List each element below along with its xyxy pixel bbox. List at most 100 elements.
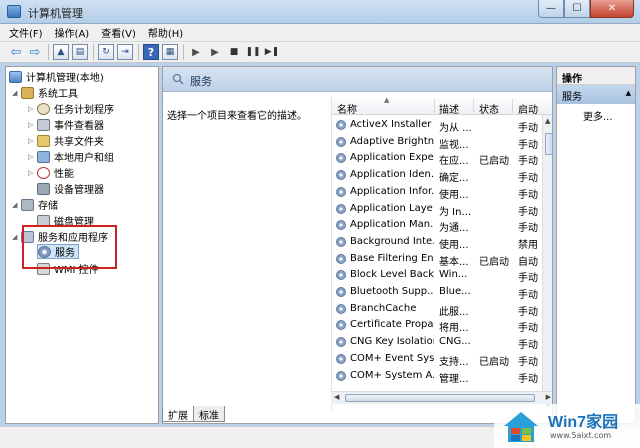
scroll-left-arrow-icon[interactable]: ◀: [334, 393, 339, 401]
toolbar-separator: [48, 44, 49, 60]
maximize-button[interactable]: ☐: [564, 0, 590, 18]
gear-icon: [336, 220, 346, 231]
menu-action[interactable]: 操作(A): [55, 25, 90, 40]
tab-standard[interactable]: 标准: [193, 406, 225, 422]
start-service-icon[interactable]: ▶: [188, 44, 204, 60]
table-row[interactable]: Application Infor... 使用... 手动: [332, 184, 542, 201]
forward-arrow-icon[interactable]: ⇨: [27, 44, 43, 60]
stop-service-icon[interactable]: ■: [226, 44, 242, 60]
service-name: Certificate Propa...: [350, 319, 434, 331]
table-row[interactable]: Application Iden... 确定... 手动: [332, 167, 542, 184]
scroll-up-arrow-icon[interactable]: ▲: [545, 117, 550, 125]
close-button[interactable]: ✕: [590, 0, 634, 18]
pause-service-icon[interactable]: ❚❚: [245, 44, 261, 60]
table-row[interactable]: BranchCache 此服... 手动: [332, 301, 542, 318]
table-row[interactable]: Application Expe... 在应... 已启动 手动: [332, 150, 542, 167]
actions-section-services[interactable]: 服务 ▲: [557, 85, 635, 104]
actions-pane: 操作 服务 ▲ 更多...: [556, 66, 636, 424]
start-service-alt-icon[interactable]: ▶: [207, 44, 223, 60]
restart-service-icon[interactable]: ▶❚: [264, 44, 280, 60]
table-row[interactable]: Certificate Propa... 将用... 手动: [332, 317, 542, 334]
table-row[interactable]: Bluetooth Supp... Blue... 手动: [332, 284, 542, 301]
minimize-button[interactable]: —: [538, 0, 564, 18]
service-name: COM+ System A...: [350, 369, 434, 381]
show-hide-tree-icon[interactable]: ▤: [72, 44, 88, 60]
horizontal-scrollbar[interactable]: ◀ ▶: [331, 391, 552, 404]
description-text: 选择一个项目来查看它的描述。: [167, 111, 307, 122]
service-name: COM+ Event Sys...: [350, 352, 434, 364]
tab-extended[interactable]: 扩展: [162, 406, 194, 422]
column-header-status[interactable]: 状态: [479, 101, 499, 116]
scrollbar-thumb[interactable]: [345, 394, 535, 402]
table-row[interactable]: COM+ System A... 管理... 手动: [332, 368, 542, 385]
table-row[interactable]: Base Filtering En... 基本... 已启动 自动: [332, 251, 542, 268]
gear-icon: [336, 236, 346, 247]
gear-icon: [336, 203, 346, 214]
tree-item-label: 计算机管理(本地): [26, 73, 104, 84]
service-description: 使用...: [439, 189, 469, 201]
service-name: Background Inte...: [350, 235, 434, 247]
service-description: 支持...: [439, 356, 469, 368]
tree-item-storage[interactable]: ◢ 存储: [12, 197, 58, 212]
highlight-annotation-box: [22, 225, 117, 269]
tree-item-shared-folders[interactable]: ▷ 共享文件夹: [28, 133, 104, 148]
table-row[interactable]: Block Level Back... Win... 手动: [332, 267, 542, 284]
table-row[interactable]: CNG Key Isolation CNG... 手动: [332, 334, 542, 351]
refresh-icon[interactable]: ↻: [98, 44, 114, 60]
collapse-arrow-icon[interactable]: ◢: [12, 89, 21, 97]
collapse-arrow-icon[interactable]: ◢: [12, 233, 21, 241]
toolbar-separator: [183, 44, 184, 60]
device-manager-icon: [37, 182, 50, 195]
table-row[interactable]: Application Man... 为通... 手动: [332, 217, 542, 234]
column-header-startup[interactable]: 启动: [518, 101, 538, 116]
more-actions-link[interactable]: 更多...: [583, 108, 613, 123]
collapse-arrow-icon[interactable]: ◢: [12, 201, 21, 209]
column-separator[interactable]: [473, 99, 474, 113]
vertical-scrollbar[interactable]: ▲ ▼: [542, 115, 552, 411]
help-icon[interactable]: ?: [143, 44, 159, 60]
table-row[interactable]: ActiveX Installer ... 为从 ... 手动: [332, 117, 542, 134]
column-header-desc[interactable]: 描述: [439, 101, 459, 116]
tree-item-label: 任务计划程序: [54, 105, 114, 116]
table-row[interactable]: COM+ Event Sys... 支持... 已启动手动: [332, 351, 542, 368]
menu-file[interactable]: 文件(F): [9, 25, 43, 40]
service-startup-type: 手动: [518, 206, 538, 218]
service-startup-type: 手动: [518, 356, 538, 368]
tree-item-local-users[interactable]: ▷ 本地用户和组: [28, 149, 114, 164]
tree-item-performance[interactable]: ▷ 性能: [28, 165, 74, 180]
menu-help[interactable]: 帮助(H): [148, 25, 183, 40]
column-separator[interactable]: [512, 99, 513, 113]
properties-icon[interactable]: ▦: [162, 44, 178, 60]
expand-arrow-icon[interactable]: ▷: [28, 169, 37, 177]
column-header-name[interactable]: 名称: [337, 101, 357, 116]
export-list-icon[interactable]: ⇥: [117, 44, 133, 60]
back-arrow-icon[interactable]: ⇦: [8, 44, 24, 60]
expand-arrow-icon[interactable]: ▷: [28, 105, 37, 113]
expand-arrow-icon[interactable]: ▷: [28, 137, 37, 145]
tree-item-root[interactable]: 计算机管理(本地): [9, 69, 104, 84]
tree-item-task-scheduler[interactable]: ▷ 任务计划程序: [28, 101, 114, 116]
column-separator[interactable]: [434, 99, 435, 113]
tree-item-system-tools[interactable]: ◢ 系统工具: [12, 85, 78, 100]
service-name: Base Filtering En...: [350, 252, 434, 264]
up-folder-icon[interactable]: ▲: [53, 44, 69, 60]
collapse-caret-icon[interactable]: ▲: [626, 89, 631, 97]
view-tabs: 扩展 标准: [162, 406, 225, 422]
menu-view[interactable]: 查看(V): [101, 25, 136, 40]
toolbar: ⇦ ⇨ ▲ ▤ ↻ ⇥ ? ▦ ▶ ▶ ■ ❚❚ ▶❚: [0, 42, 640, 63]
scrollbar-thumb[interactable]: [545, 133, 552, 155]
table-row[interactable]: Application Laye... 为 In... 手动: [332, 201, 542, 218]
service-name: Application Man...: [350, 219, 434, 231]
service-description: 确定...: [439, 173, 469, 185]
service-startup-type: 手动: [518, 123, 538, 134]
scroll-right-arrow-icon[interactable]: ▶: [546, 393, 551, 401]
table-row[interactable]: Background Inte... 使用... 禁用: [332, 234, 542, 251]
gear-icon: [336, 120, 346, 130]
expand-arrow-icon[interactable]: ▷: [28, 153, 37, 161]
tree-item-event-viewer[interactable]: ▷ 事件查看器: [28, 117, 104, 132]
tree-item-device-manager[interactable]: 设备管理器: [37, 181, 104, 196]
table-row[interactable]: Adaptive Brightn... 监视... 手动: [332, 134, 542, 151]
gear-icon: [336, 337, 346, 348]
expand-arrow-icon[interactable]: ▷: [28, 121, 37, 129]
service-name: Adaptive Brightn...: [350, 135, 434, 147]
